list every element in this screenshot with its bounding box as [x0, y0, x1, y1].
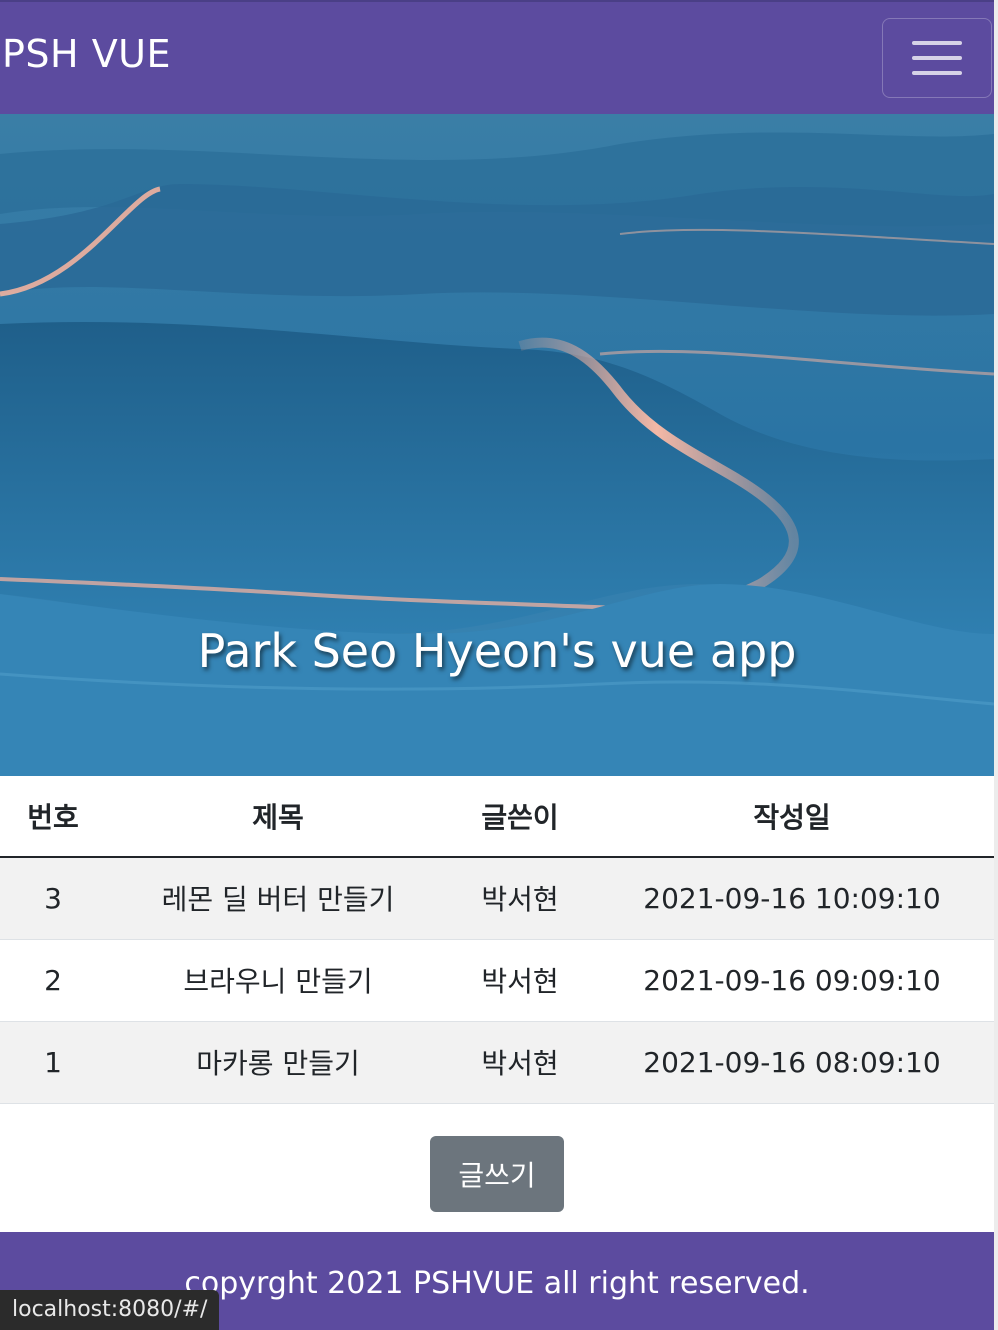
cell-date: 2021-09-16 10:09:10	[590, 857, 994, 940]
cell-date: 2021-09-16 08:09:10	[590, 1021, 994, 1104]
cell-title[interactable]: 레몬 딜 버터 만들기	[106, 857, 450, 940]
cell-number: 2	[0, 939, 106, 1022]
menu-bar-line	[912, 41, 962, 45]
hero-title: Park Seo Hyeon's vue app	[197, 624, 797, 678]
hamburger-menu-icon[interactable]	[882, 18, 992, 98]
status-bar-url: localhost:8080/#/	[0, 1290, 220, 1330]
cell-date: 2021-09-16 09:09:10	[590, 939, 994, 1022]
cell-number: 1	[0, 1021, 106, 1104]
header-writer: 글쓴이	[450, 776, 590, 858]
table-row[interactable]: 3 레몬 딜 버터 만들기 박서현 2021-09-16 10:09:10	[0, 857, 994, 940]
navbar: PSH VUE	[0, 2, 994, 114]
table-row[interactable]: 1 마카롱 만들기 박서현 2021-09-16 08:09:10	[0, 1021, 994, 1104]
header-date: 작성일	[590, 776, 994, 858]
header-number: 번호	[0, 776, 106, 858]
cell-title[interactable]: 브라우니 만들기	[106, 939, 450, 1022]
menu-bar-line	[912, 56, 962, 60]
window-right-edge	[994, 0, 998, 1330]
cell-writer: 박서현	[450, 1021, 590, 1104]
cell-writer: 박서현	[450, 857, 590, 940]
menu-bar-line	[912, 71, 962, 75]
cell-writer: 박서현	[450, 939, 590, 1022]
header-title: 제목	[106, 776, 450, 858]
hero-banner: Park Seo Hyeon's vue app	[0, 114, 994, 776]
cell-number: 3	[0, 857, 106, 940]
navbar-brand[interactable]: PSH VUE	[2, 32, 171, 76]
table-header-row: 번호 제목 글쓴이 작성일	[0, 776, 994, 858]
board-table: 번호 제목 글쓴이 작성일 3 레몬 딜 버터 만들기 박서현 2021-09-…	[0, 776, 994, 1104]
cell-title[interactable]: 마카롱 만들기	[106, 1021, 450, 1104]
write-button[interactable]: 글쓰기	[430, 1136, 564, 1212]
table-row[interactable]: 2 브라우니 만들기 박서현 2021-09-16 09:09:10	[0, 939, 994, 1022]
